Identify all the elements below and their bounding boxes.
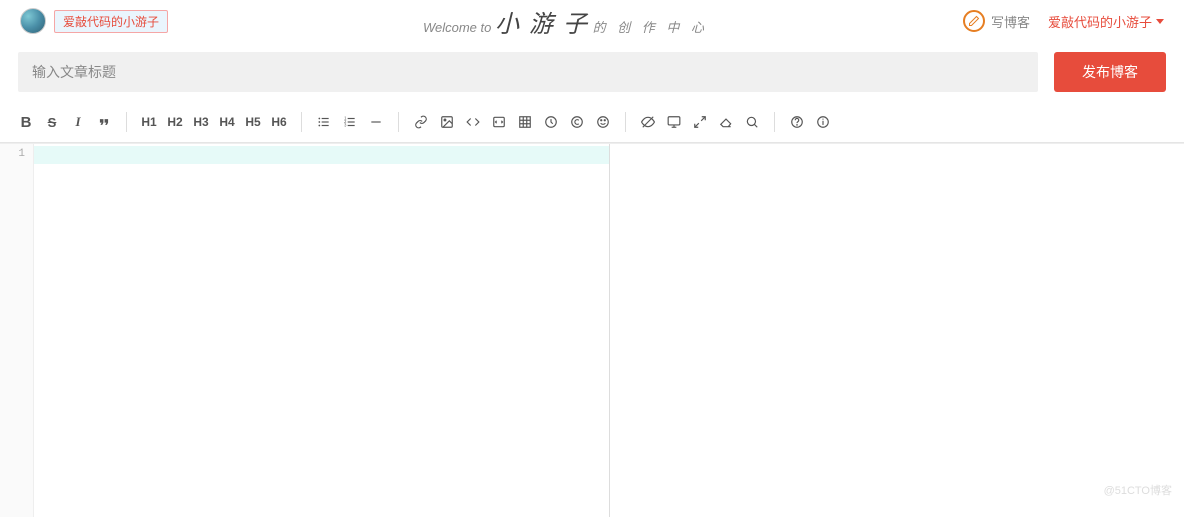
welcome-prefix: Welcome to [423, 20, 495, 35]
separator [301, 112, 302, 132]
title-row: 发布博客 [0, 42, 1184, 102]
bold-button[interactable]: B [14, 110, 38, 134]
header-right: 写博客 爱敲代码的小游子 [963, 10, 1164, 32]
header: 爱敲代码的小游子 Welcome to 小 游 子 的 创 作 中 心 写博客 … [0, 0, 1184, 42]
separator [774, 112, 775, 132]
copyright-icon[interactable] [565, 110, 589, 134]
welcome-main: 小 游 子 [495, 12, 589, 38]
horizontal-rule-button[interactable] [364, 110, 388, 134]
write-blog-label: 写博客 [991, 12, 1030, 31]
title-input[interactable] [18, 52, 1038, 92]
active-line [34, 146, 609, 164]
welcome-suffix: 的 创 作 中 心 [593, 20, 708, 35]
h5-button[interactable]: H5 [241, 110, 265, 134]
monitor-icon[interactable] [662, 110, 686, 134]
clock-icon[interactable] [539, 110, 563, 134]
fullscreen-button[interactable] [688, 110, 712, 134]
publish-button[interactable]: 发布博客 [1054, 52, 1166, 92]
watermark: @51CTO博客 [1104, 482, 1172, 498]
info-button[interactable] [811, 110, 835, 134]
line-gutter: 1 [0, 144, 34, 517]
svg-text:3: 3 [344, 123, 347, 128]
user-dropdown[interactable]: 爱敲代码的小游子 [1048, 12, 1164, 31]
editor-area: 1 [0, 143, 1184, 517]
separator [398, 112, 399, 132]
pen-icon [963, 10, 985, 32]
separator [126, 112, 127, 132]
write-blog-link[interactable]: 写博客 [963, 10, 1030, 32]
emoji-button[interactable] [591, 110, 615, 134]
quote-button[interactable] [92, 110, 116, 134]
welcome-title: Welcome to 小 游 子 的 创 作 中 心 [168, 4, 963, 39]
image-button[interactable] [435, 110, 459, 134]
code-button[interactable] [461, 110, 485, 134]
line-number: 1 [0, 148, 25, 160]
ordered-list-button[interactable]: 123 [338, 110, 362, 134]
h3-button[interactable]: H3 [189, 110, 213, 134]
separator [625, 112, 626, 132]
unordered-list-button[interactable] [312, 110, 336, 134]
code-block-button[interactable] [487, 110, 511, 134]
toolbar: B S I H1 H2 H3 H4 H5 H6 123 [0, 102, 1184, 143]
h6-button[interactable]: H6 [267, 110, 291, 134]
user-dropdown-label: 爱敲代码的小游子 [1048, 12, 1152, 31]
h1-button[interactable]: H1 [137, 110, 161, 134]
chevron-down-icon [1156, 19, 1164, 24]
search-button[interactable] [740, 110, 764, 134]
help-button[interactable] [785, 110, 809, 134]
header-left: 爱敲代码的小游子 [20, 8, 168, 34]
link-button[interactable] [409, 110, 433, 134]
italic-button[interactable]: I [66, 110, 90, 134]
table-button[interactable] [513, 110, 537, 134]
h2-button[interactable]: H2 [163, 110, 187, 134]
preview-pane [610, 144, 1184, 517]
source-pane[interactable] [34, 144, 610, 517]
avatar[interactable] [20, 8, 46, 34]
user-tag[interactable]: 爱敲代码的小游子 [54, 10, 168, 33]
preview-toggle-button[interactable] [636, 110, 660, 134]
h4-button[interactable]: H4 [215, 110, 239, 134]
eraser-icon[interactable] [714, 110, 738, 134]
strikethrough-button[interactable]: S [40, 110, 64, 134]
